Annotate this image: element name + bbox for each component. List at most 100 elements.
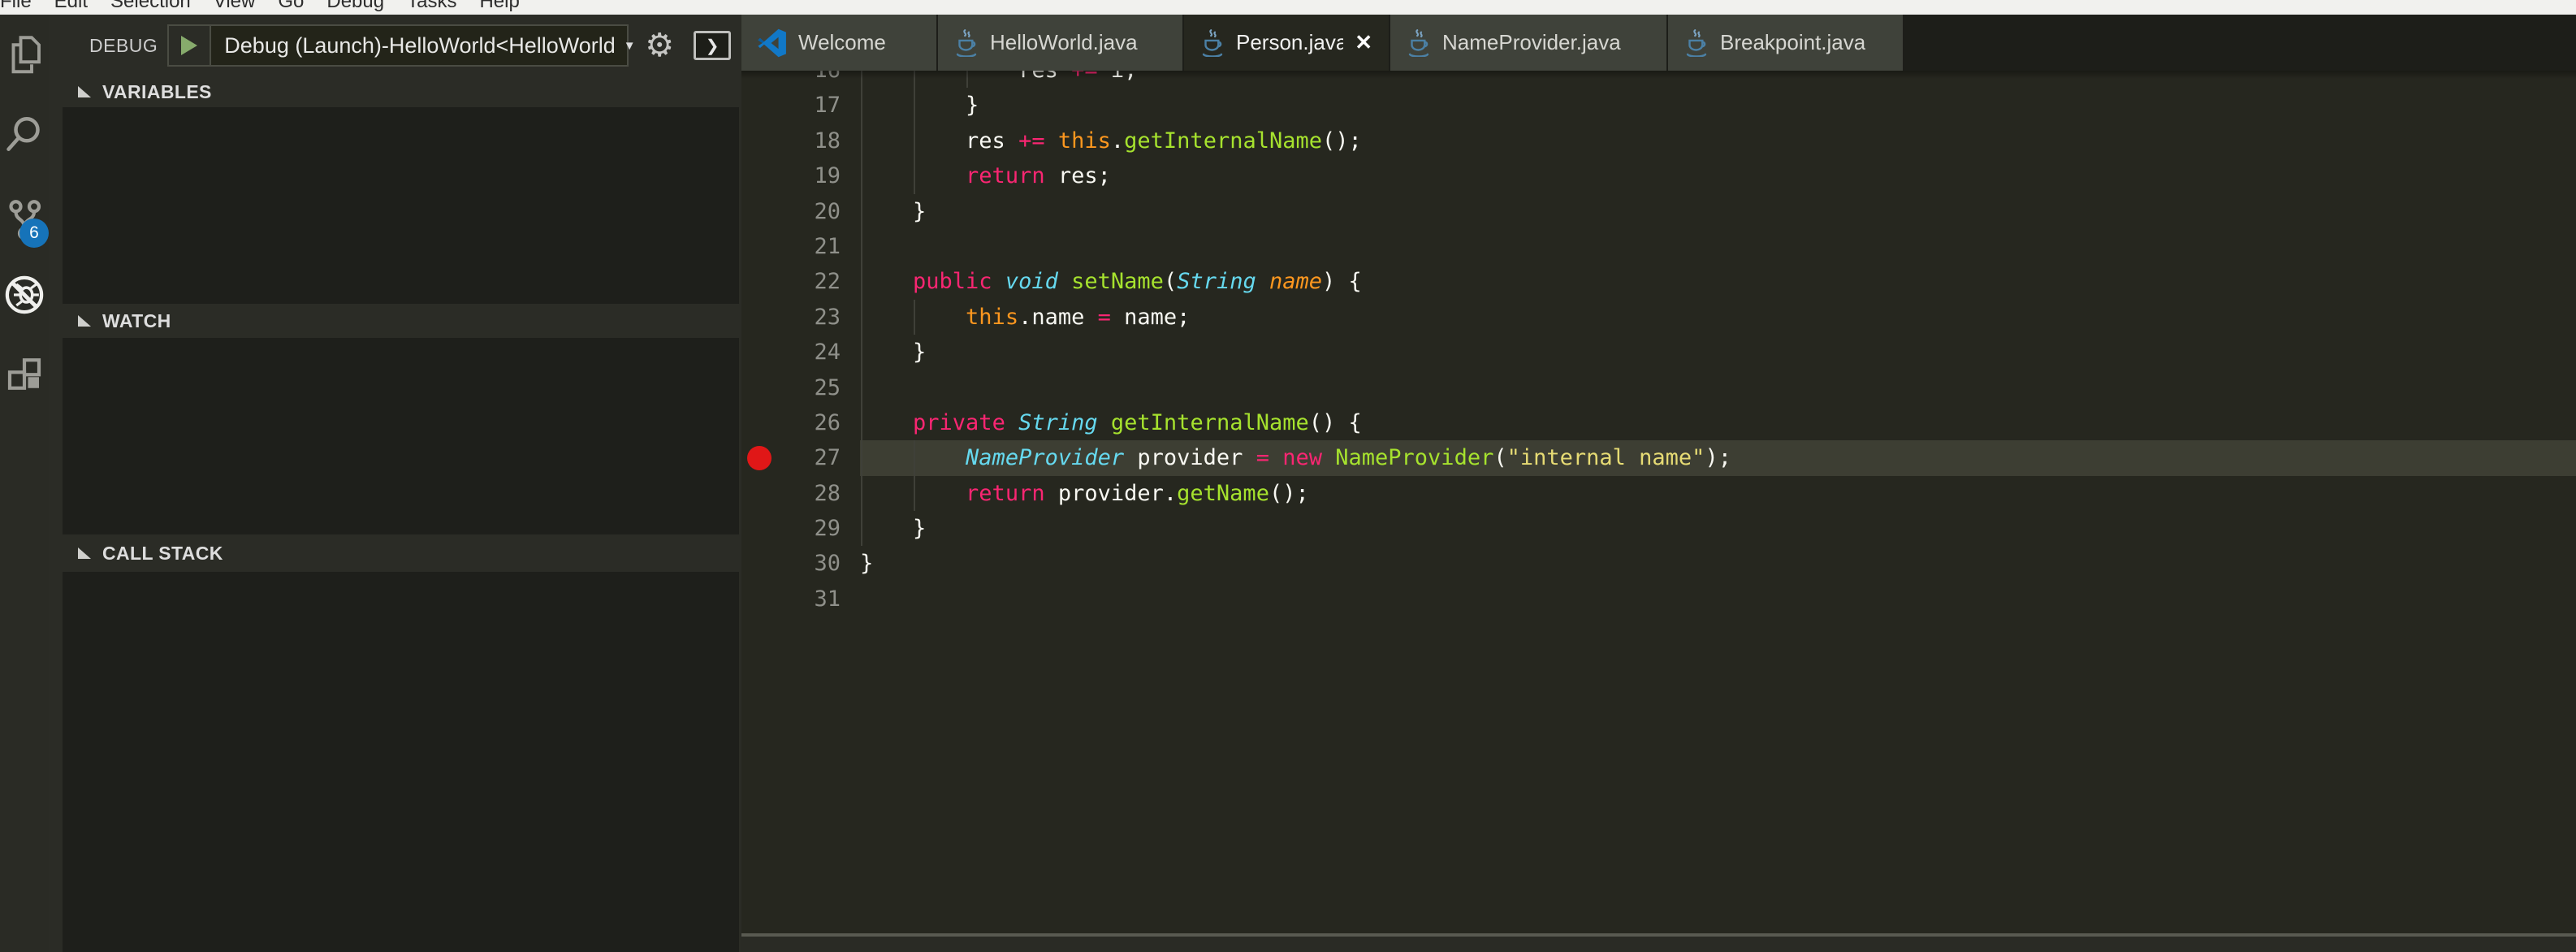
code-line-content[interactable]: }	[860, 335, 2576, 370]
java-icon	[1407, 29, 1431, 57]
bottom-panel-edge	[741, 937, 2576, 952]
java-icon	[1200, 29, 1225, 57]
code-line-content[interactable]: }	[860, 194, 2576, 229]
line-number: 31	[814, 586, 841, 612]
extensions-icon[interactable]	[0, 353, 49, 398]
line-number: 24	[814, 340, 841, 365]
gutter[interactable]: 30	[741, 546, 860, 581]
launch-configuration-group: Debug (Launch)-HelloWorld<HelloWorld ▼	[167, 24, 629, 67]
indent-guide	[861, 300, 862, 335]
section-header-watch[interactable]: WATCH	[49, 304, 741, 338]
code-line-content[interactable]: return provider.getName();	[860, 476, 2576, 511]
section-header-call-stack[interactable]: CALL STACK	[49, 534, 741, 572]
code-editor[interactable]: 16 res += i;17 }18 res += this.getIntern…	[741, 71, 2576, 933]
gutter[interactable]: 27	[741, 440, 860, 475]
section-label: VARIABLES	[102, 81, 212, 103]
menu-help[interactable]: Help	[468, 0, 530, 15]
gutter[interactable]: 19	[741, 158, 860, 193]
code-line-22: 22 public void setName(String name) {	[741, 264, 2576, 299]
gutter[interactable]: 18	[741, 123, 860, 158]
close-icon[interactable]: ✕	[1355, 30, 1372, 55]
code-line-content[interactable]: res += i;	[860, 71, 2576, 88]
code-line-content[interactable]	[860, 370, 2576, 405]
gutter[interactable]: 23	[741, 300, 860, 335]
gutter[interactable]: 21	[741, 229, 860, 264]
code-line-content[interactable]	[860, 582, 2576, 617]
code-line-20: 20 }	[741, 194, 2576, 229]
code-line-content[interactable]	[860, 229, 2576, 264]
debug-icon[interactable]	[0, 272, 49, 318]
section-body-watch	[63, 338, 739, 534]
debug-config-value: Debug (Launch)-HelloWorld<HelloWorld	[224, 33, 615, 58]
gutter[interactable]: 26	[741, 405, 860, 440]
start-debug-button[interactable]	[169, 26, 211, 65]
gutter[interactable]: 28	[741, 476, 860, 511]
indent-guide	[861, 158, 862, 193]
search-icon[interactable]	[0, 111, 49, 157]
debug-console-icon[interactable]: ❯	[694, 31, 731, 60]
tab-breakpoint-java[interactable]: Breakpoint.java	[1668, 15, 1903, 71]
editor-column: Welcome HelloWorld.java Person.java ✕ NamePr…	[741, 15, 2576, 952]
menu-go[interactable]: Go	[266, 0, 315, 15]
tab-nameprovider-java[interactable]: NameProvider.java	[1390, 15, 1666, 71]
menu-tasks[interactable]: Tasks	[395, 0, 468, 15]
section-header-variables[interactable]: VARIABLES	[49, 76, 741, 107]
gutter[interactable]: 31	[741, 582, 860, 617]
gutter[interactable]: 24	[741, 335, 860, 370]
menu-debug[interactable]: Debug	[315, 0, 395, 15]
code-line-16: 16 res += i;	[741, 71, 2576, 88]
line-number: 23	[814, 305, 841, 330]
tab-person-java[interactable]: Person.java ✕	[1184, 15, 1389, 71]
line-number: 25	[814, 375, 841, 400]
debug-config-dropdown[interactable]: Debug (Launch)-HelloWorld<HelloWorld ▼	[211, 26, 627, 65]
code-line-content[interactable]: }	[860, 88, 2576, 123]
line-number: 28	[814, 481, 841, 506]
code-line-content[interactable]: res += this.getInternalName();	[860, 123, 2576, 158]
menu-view[interactable]: View	[202, 0, 267, 15]
breakpoint-icon[interactable]	[747, 446, 772, 470]
menu-selection[interactable]: Selection	[99, 0, 202, 15]
tab-label: Welcome	[798, 30, 886, 55]
code-line-content[interactable]: NameProvider provider = new NameProvider…	[860, 440, 2576, 475]
play-icon	[181, 36, 197, 55]
code-line-18: 18 res += this.getInternalName();	[741, 123, 2576, 158]
indent-guide	[914, 158, 915, 193]
vscode-icon	[758, 28, 787, 58]
gutter[interactable]: 16	[741, 71, 860, 88]
section-body-call-stack	[63, 572, 739, 952]
indent-guide	[966, 71, 968, 88]
files-icon[interactable]	[0, 32, 49, 78]
tab-welcome[interactable]: Welcome	[741, 15, 936, 71]
tab-label: Person.java	[1236, 30, 1343, 55]
code-line-content[interactable]: this.name = name;	[860, 300, 2576, 335]
indent-guide	[914, 476, 915, 511]
code-line-25: 25	[741, 370, 2576, 405]
tab-helloworld-java[interactable]: HelloWorld.java	[938, 15, 1182, 71]
section-label: WATCH	[102, 310, 171, 332]
gutter[interactable]: 22	[741, 264, 860, 299]
gutter[interactable]: 25	[741, 370, 860, 405]
menu-file[interactable]: File	[0, 0, 43, 15]
code-line-content[interactable]: return res;	[860, 158, 2576, 193]
code-line-content[interactable]: private String getInternalName() {	[860, 405, 2576, 440]
menu-edit[interactable]: Edit	[43, 0, 99, 15]
code-line-content[interactable]: public void setName(String name) {	[860, 264, 2576, 299]
gutter[interactable]: 20	[741, 194, 860, 229]
indent-guide	[861, 440, 862, 475]
indent-guide	[914, 71, 915, 88]
code-line-content[interactable]: }	[860, 511, 2576, 546]
line-number: 19	[814, 163, 841, 188]
debug-sidebar: DEBUG Debug (Launch)-HelloWorld<HelloWor…	[49, 15, 741, 952]
gear-icon[interactable]: ⚙	[645, 29, 674, 62]
code-line-content[interactable]: }	[860, 546, 2576, 581]
indent-guide	[861, 405, 862, 440]
gutter[interactable]: 17	[741, 88, 860, 123]
code-line-30: 30}	[741, 546, 2576, 581]
section-body-variables	[63, 107, 739, 304]
source-control-icon[interactable]: 6	[0, 197, 49, 242]
collapse-triangle-icon	[78, 547, 91, 559]
line-number: 30	[814, 551, 841, 576]
line-number: 16	[814, 71, 841, 83]
gutter[interactable]: 29	[741, 511, 860, 546]
indent-guide	[861, 264, 862, 299]
